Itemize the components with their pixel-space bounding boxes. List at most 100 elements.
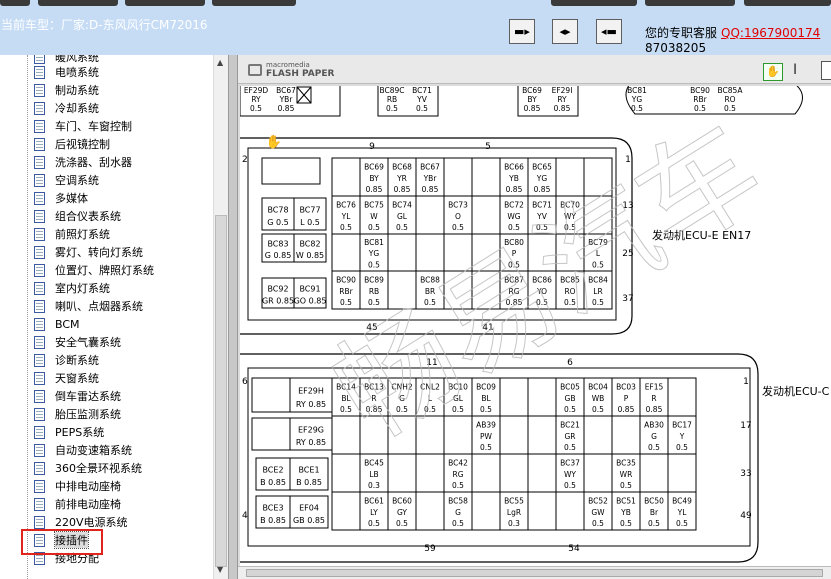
tree-view: 暖风系统 电喷系统 制动系统 冷却系统 车门、车窗控制 后视镜控制 洗涤器、刮水器 空调系统… — [0, 55, 228, 579]
c1-left-code: BC83 — [267, 240, 288, 249]
c2-pin-color: Y — [679, 432, 685, 441]
pin-number: 6 — [567, 358, 573, 368]
tree-item[interactable]: 诊断系统 — [34, 352, 99, 368]
tree-item[interactable]: 空调系统 — [34, 172, 99, 188]
c2-pin-color: LY — [370, 508, 378, 517]
tree-item[interactable]: 倒车雷达系统 — [34, 388, 121, 404]
c2-pin-code: BC37 — [560, 458, 580, 467]
tree-item-label: 倒车雷达系统 — [55, 390, 121, 403]
viewer-h-scrollbar[interactable] — [238, 566, 831, 579]
logo-icon — [248, 64, 262, 76]
tree-item[interactable]: 自动变速箱系统 — [34, 442, 132, 458]
top-code: BC89C — [379, 86, 404, 95]
tree-item[interactable]: 前排电动座椅 — [34, 496, 121, 512]
top-size: 0.5 — [386, 104, 398, 113]
prev-icon[interactable]: ▬▸ — [509, 19, 535, 44]
top-tab-5[interactable] — [551, 0, 637, 6]
wire-color: GO — [294, 297, 307, 306]
tree-item[interactable]: BCM — [34, 316, 80, 332]
tree-item[interactable]: 洗涤器、刮水器 — [34, 154, 132, 170]
tree-item[interactable]: 360全景环视系统 — [34, 460, 142, 476]
document-icon — [34, 137, 45, 151]
tree-item[interactable]: 制动系统 — [34, 82, 99, 98]
tree-scrollbar[interactable]: ▲ ▼ — [213, 55, 228, 579]
top-color: YBr — [279, 95, 294, 104]
c2-pin-code: BC42 — [448, 458, 468, 467]
tree-scroll-thumb[interactable] — [215, 215, 227, 567]
tree-item[interactable]: 中排电动座椅 — [34, 478, 121, 494]
tree-item[interactable]: 雾灯、转向灯系统 — [34, 244, 143, 260]
tree-item[interactable]: PEPS系统 — [34, 424, 104, 440]
c2-left-code: BCE3 — [262, 503, 283, 512]
scroll-down-icon[interactable]: ▼ — [217, 565, 223, 574]
tree-item[interactable]: 喇叭、点烟器系统 — [34, 298, 143, 314]
next-icon[interactable]: ◂▬ — [596, 19, 622, 44]
wire-size: 0.85 — [273, 251, 291, 260]
hand-cursor-icon: ✋ — [266, 134, 282, 150]
tree-item[interactable]: 天窗系统 — [34, 370, 99, 386]
tree-item-label: 胎压监测系统 — [55, 408, 121, 421]
tree-item[interactable]: 室内灯系统 — [34, 280, 110, 296]
tree-item[interactable]: 车门、车窗控制 — [34, 118, 132, 134]
top-code: EF29I — [552, 86, 573, 95]
top-tab-3[interactable] — [125, 0, 205, 6]
c1-pin-code: BC68 — [392, 162, 412, 171]
tree-item[interactable]: 220V电源系统 — [34, 514, 128, 530]
hand-tool-icon[interactable]: ✋ — [763, 63, 783, 81]
c2-pin-code: BC58 — [448, 496, 468, 505]
pin-cell-empty — [471, 453, 501, 493]
top-tab-7[interactable] — [744, 0, 831, 6]
c1-pin-code: BC75 — [364, 200, 384, 209]
tree-item[interactable]: 安全气囊系统 — [34, 334, 121, 350]
c1-pin-color: YL — [341, 212, 352, 221]
document-page: EF29D RY 0.5 BC67 YBr 0.85 BC89C RB 0.5 BC71 YV 0.5… — [240, 86, 831, 574]
tree-item[interactable]: 多媒体 — [34, 190, 88, 206]
document-icon — [34, 155, 45, 169]
top-tab-4[interactable] — [212, 0, 296, 6]
highlight-box — [21, 529, 103, 555]
pin-cell-empty — [667, 377, 697, 417]
panel-splitter[interactable] — [228, 55, 238, 579]
top-color: RY — [251, 95, 261, 104]
c2-pin-code: BC05 — [560, 382, 580, 391]
top-code: BC67 — [276, 86, 296, 95]
top-tab-6[interactable] — [645, 0, 735, 6]
text-select-icon[interactable]: I — [793, 62, 797, 78]
pin-cell-empty — [639, 453, 669, 493]
tree-item-label: PEPS系统 — [55, 426, 105, 439]
viewer-h-scroll-thumb[interactable] — [246, 569, 823, 577]
document-icon — [34, 497, 45, 511]
tree-item[interactable]: 胎压监测系统 — [34, 406, 121, 422]
c2-pin-size: 0.5 — [452, 519, 464, 528]
tree-item[interactable]: 位置灯、牌照灯系统 — [34, 262, 154, 278]
tree-item[interactable]: 前照灯系统 — [34, 226, 110, 242]
both-panels-icon[interactable]: ◂▸ — [552, 19, 578, 44]
scroll-up-icon[interactable]: ▲ — [217, 58, 223, 67]
pin-cell-empty — [527, 415, 557, 455]
tree-item[interactable]: 冷却系统 — [34, 100, 99, 116]
c1-pin-code: BC90 — [336, 275, 356, 284]
wire-size: 0.85 — [308, 438, 326, 447]
c1-left-code: BC77 — [299, 205, 320, 214]
pin-cell-empty — [527, 377, 557, 417]
c2-pin-size: 0.3 — [368, 481, 380, 490]
page-icon[interactable] — [821, 61, 831, 80]
pin-cell-empty — [611, 415, 641, 455]
c1-pin-size: 0.5 — [452, 223, 464, 232]
tree-item[interactable]: 组合仪表系统 — [34, 208, 121, 224]
service-qq-link[interactable]: QQ:1967900174 — [721, 26, 820, 40]
tree-item[interactable]: 电喷系统 — [34, 64, 99, 80]
top-tab-2[interactable] — [38, 0, 118, 6]
pin-cell-empty — [261, 157, 321, 185]
top-tab-1[interactable] — [0, 0, 30, 6]
c1-left-code: BC78 — [267, 205, 288, 214]
top-code: BC85A — [718, 86, 744, 95]
pin-cell-empty — [415, 453, 445, 493]
tree-item-label: 中排电动座椅 — [55, 480, 121, 493]
document-icon — [34, 353, 45, 367]
top-color: YV — [416, 95, 428, 104]
c1-pin-size: 0.5 — [340, 223, 352, 232]
c2-left-code: EF29H — [298, 386, 324, 395]
wire-size: 0.85 — [304, 478, 322, 487]
tree-item[interactable]: 后视镜控制 — [34, 136, 110, 152]
